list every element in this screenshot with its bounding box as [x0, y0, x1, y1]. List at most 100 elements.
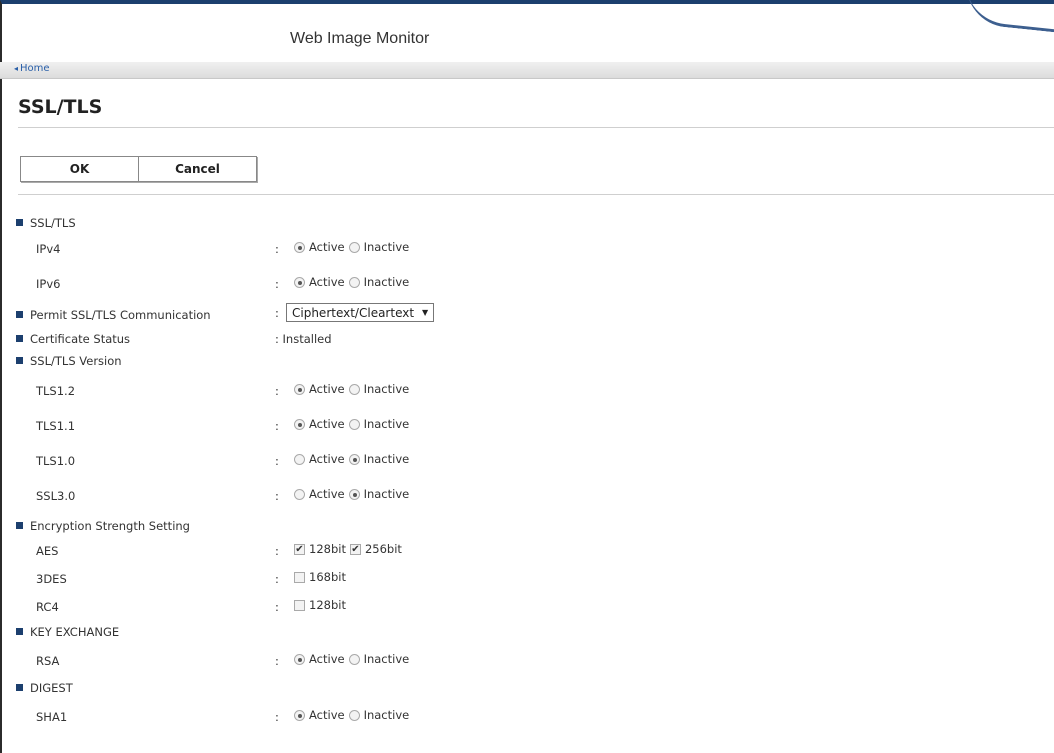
- square-bullet-icon: [16, 219, 23, 226]
- home-link-label: Home: [20, 63, 50, 74]
- separator-colon: :: [275, 572, 279, 586]
- checkbox-group-rc4: 128bit: [294, 598, 350, 612]
- ipv4-active-radio[interactable]: [294, 241, 305, 253]
- radio-label: Inactive: [363, 382, 410, 396]
- rc4-128bit-checkbox[interactable]: [294, 599, 305, 611]
- section-heading: DIGEST: [30, 681, 73, 695]
- sha1-active-radio[interactable]: [294, 709, 305, 721]
- home-link[interactable]: ◂ Home: [14, 63, 50, 74]
- select-value: Ciphertext/Cleartext: [292, 305, 415, 320]
- tls11-active-radio[interactable]: [294, 418, 305, 430]
- radio-group-sha1: Active Inactive: [294, 708, 413, 722]
- separator-colon: :: [275, 710, 279, 724]
- separator-colon: :: [275, 419, 279, 433]
- radio-group-rsa: Active Inactive: [294, 652, 413, 666]
- radio-group-tls11: Active Inactive: [294, 417, 413, 431]
- radio-group-ssl30: Active Inactive: [294, 487, 413, 501]
- setting-row-tls12: TLS1.2 : Active Inactive: [0, 381, 1054, 403]
- section-ssl-tls-version: SSL/TLS Version: [16, 354, 122, 368]
- setting-row-tls11: TLS1.1 : Active Inactive: [0, 416, 1054, 438]
- radio-label: Active: [309, 652, 345, 666]
- radio-group-tls12: Active Inactive: [294, 382, 413, 396]
- radio-label: Active: [309, 417, 345, 431]
- radio-label: Active: [309, 487, 345, 501]
- caret-down-icon: ▼: [422, 308, 429, 317]
- page-title: SSL/TLS: [18, 96, 103, 118]
- ssl30-inactive-radio[interactable]: [348, 488, 360, 500]
- setting-label: AES: [36, 544, 59, 558]
- radio-label: Inactive: [363, 708, 410, 722]
- radio-group-ipv6: Active Inactive: [294, 275, 413, 289]
- certificate-status-value: : Installed: [275, 332, 332, 346]
- ipv4-inactive-radio[interactable]: [348, 241, 360, 253]
- setting-row-aes: AES : ✔ 128bit ✔ 256bit: [0, 541, 1054, 563]
- checkbox-label: 256bit: [364, 542, 402, 556]
- checkbox-group-3des: 168bit: [294, 570, 350, 584]
- section-key-exchange: KEY EXCHANGE: [16, 625, 119, 639]
- section-heading: Encryption Strength Setting: [30, 519, 190, 533]
- tls10-inactive-radio[interactable]: [348, 453, 360, 465]
- aes-128bit-checkbox[interactable]: ✔: [294, 543, 305, 555]
- divider: [18, 194, 1054, 195]
- radio-label: Active: [309, 708, 345, 722]
- separator-colon: :: [275, 454, 279, 468]
- setting-row-ipv4: IPv4 : Active Inactive: [0, 239, 1054, 261]
- radio-label: Active: [309, 240, 345, 254]
- radio-label: Inactive: [363, 275, 410, 289]
- tls11-inactive-radio[interactable]: [348, 418, 360, 430]
- checkbox-label: 128bit: [309, 542, 346, 556]
- rsa-active-radio[interactable]: [294, 653, 305, 665]
- ipv6-active-radio[interactable]: [294, 276, 305, 288]
- setting-row-tls10: TLS1.0 : Active Inactive: [0, 451, 1054, 473]
- setting-label: SSL3.0: [36, 489, 76, 503]
- setting-label: RSA: [36, 654, 60, 668]
- setting-row-sha1: SHA1 : Active Inactive: [0, 707, 1054, 729]
- header: Web Image Monitor: [0, 4, 1054, 58]
- tls12-inactive-radio[interactable]: [348, 383, 360, 395]
- radio-label: Active: [309, 382, 345, 396]
- separator-colon: :: [275, 277, 279, 291]
- aes-256bit-checkbox[interactable]: ✔: [349, 543, 361, 555]
- sha1-inactive-radio[interactable]: [348, 709, 360, 721]
- setting-row-cert-status: : Installed: [0, 329, 1054, 351]
- breadcrumb: ◂ Home: [0, 62, 1054, 79]
- separator-colon: :: [275, 384, 279, 398]
- setting-row-3des: 3DES : 168bit: [0, 569, 1054, 591]
- setting-label: SHA1: [36, 710, 68, 724]
- separator-colon: :: [275, 306, 279, 320]
- action-buttons: OK Cancel: [20, 156, 257, 182]
- setting-row-rsa: RSA : Active Inactive: [0, 651, 1054, 673]
- separator-colon: :: [275, 544, 279, 558]
- setting-label: TLS1.2: [36, 384, 76, 398]
- square-bullet-icon: [16, 357, 23, 364]
- setting-row-ssl30: SSL3.0 : Active Inactive: [0, 486, 1054, 508]
- ok-button[interactable]: OK: [21, 157, 139, 181]
- 3des-168bit-checkbox[interactable]: [294, 571, 305, 583]
- square-bullet-icon: [16, 628, 23, 635]
- section-heading: KEY EXCHANGE: [30, 625, 120, 639]
- radio-label: Inactive: [363, 487, 410, 501]
- ssl30-active-radio[interactable]: [294, 488, 305, 500]
- tls12-active-radio[interactable]: [294, 383, 305, 395]
- rsa-inactive-radio[interactable]: [348, 653, 360, 665]
- permit-communication-select[interactable]: Ciphertext/Cleartext ▼: [286, 303, 435, 322]
- radio-label: Active: [309, 452, 345, 466]
- setting-label: RC4: [36, 600, 59, 614]
- section-heading: SSL/TLS: [30, 216, 76, 230]
- radio-label: Inactive: [363, 417, 410, 431]
- setting-label: TLS1.1: [36, 419, 76, 433]
- setting-label: IPv6: [36, 277, 61, 291]
- ipv6-inactive-radio[interactable]: [348, 276, 360, 288]
- checkbox-label: 128bit: [309, 598, 346, 612]
- back-arrow-icon: ◂: [14, 64, 19, 73]
- setting-row-ipv6: IPv6 : Active Inactive: [0, 274, 1054, 296]
- tls10-active-radio[interactable]: [294, 453, 305, 465]
- cancel-button[interactable]: Cancel: [139, 157, 256, 181]
- separator-colon: :: [275, 600, 279, 614]
- radio-label: Inactive: [363, 652, 410, 666]
- separator-colon: :: [275, 654, 279, 668]
- radio-group-ipv4: Active Inactive: [294, 240, 413, 254]
- separator-colon: :: [275, 242, 279, 256]
- radio-label: Inactive: [363, 452, 410, 466]
- setting-row-permit: : Ciphertext/Cleartext ▼: [0, 303, 1054, 325]
